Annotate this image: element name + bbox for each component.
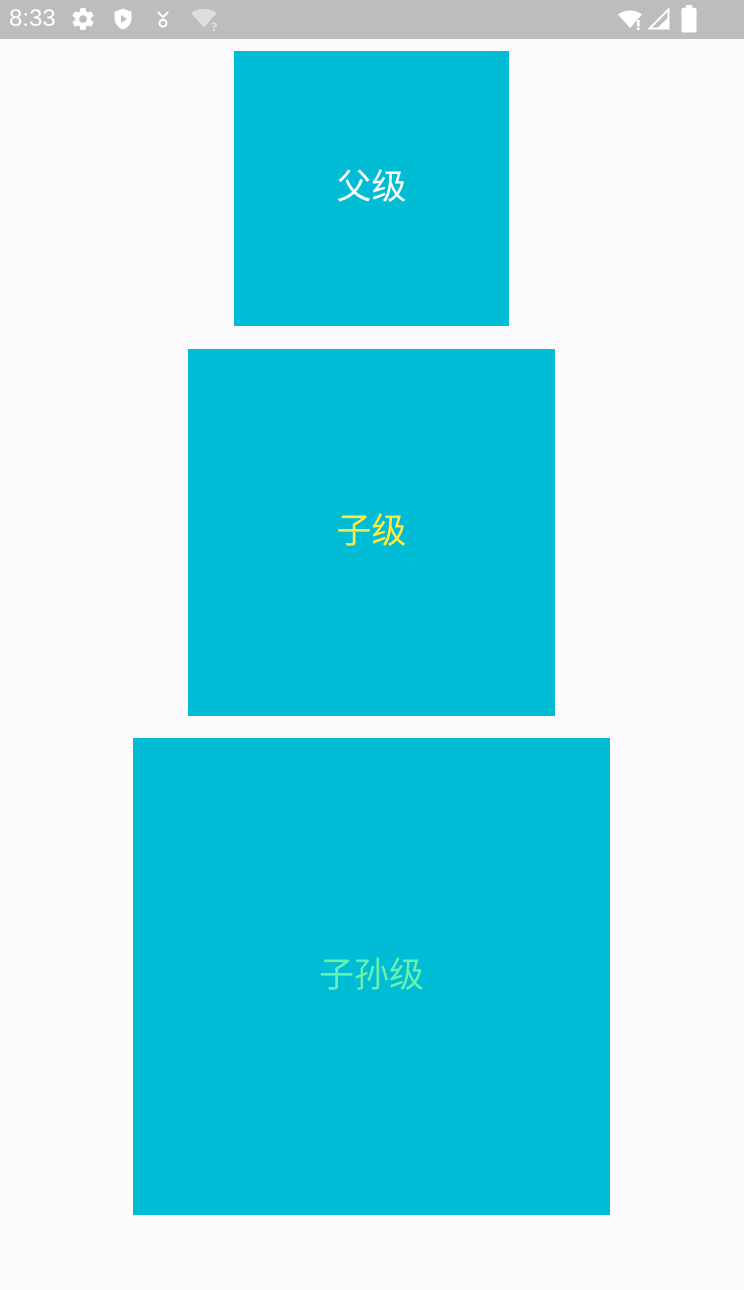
battery-icon (681, 5, 697, 33)
child-box: 子级 (188, 349, 555, 716)
svg-text:?: ? (211, 20, 218, 33)
settings-icon (72, 8, 94, 30)
status-bar: 8:33 ? (0, 0, 744, 39)
status-time: 8:33 (9, 5, 56, 32)
wifi-question-icon: ? (191, 8, 218, 33)
signal-icon (647, 7, 670, 30)
play-protect-icon (114, 8, 132, 30)
wifi-icon (618, 10, 642, 30)
parent-box-label: 父级 (336, 168, 407, 208)
parent-box: 父级 (234, 51, 509, 326)
grandchild-box: 子孙级 (133, 738, 610, 1215)
grandchild-box-label: 子孙级 (318, 956, 424, 996)
download-icon (157, 11, 169, 28)
child-box-label: 子级 (336, 512, 407, 552)
